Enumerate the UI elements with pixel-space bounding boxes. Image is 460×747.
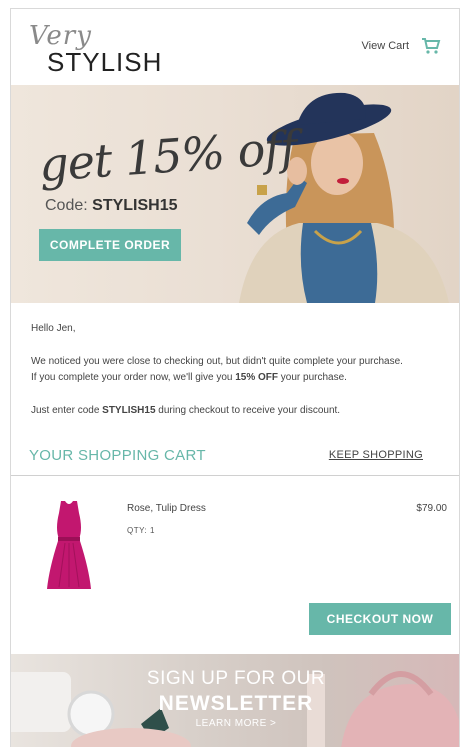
product-image-dress[interactable]: [45, 499, 93, 591]
shopping-cart-title: YOUR SHOPPING CART: [29, 447, 206, 464]
product-name[interactable]: Rose, Tulip Dress: [127, 503, 206, 514]
logo-wordmark: STYLISH: [47, 47, 163, 77]
promo-code-prefix: Code:: [45, 197, 93, 214]
promo-code-line: Code: STYLISH15: [45, 197, 178, 215]
keep-shopping-link[interactable]: KEEP SHOPPING: [329, 449, 423, 461]
brand-logo[interactable]: Very STYLISH: [27, 21, 197, 77]
message-line1: We noticed you were close to checking ou…: [31, 356, 403, 367]
view-cart-link[interactable]: View Cart: [362, 40, 409, 52]
promo-code-value: STYLISH15: [92, 197, 178, 214]
message-paragraph: We noticed you were close to checking ou…: [31, 354, 451, 386]
greeting: Hello Jen,: [31, 323, 76, 334]
hero-banner: get 15% off Code: STYLISH15 COMPLETE ORD…: [11, 85, 459, 303]
message-body: Hello Jen, We noticed you were close to …: [31, 321, 451, 436]
message-line3-b: during checkout to receive your discount…: [155, 405, 341, 416]
header: Very STYLISH View Cart: [11, 9, 459, 85]
message-line2-b: your purchase.: [278, 372, 347, 383]
product-price: $79.00: [416, 503, 447, 514]
message-line3-a: Just enter code: [31, 405, 103, 416]
product-quantity: QTY: 1: [127, 526, 155, 535]
code-instructions: Just enter code STYLISH15 during checkou…: [31, 403, 451, 419]
newsletter-banner[interactable]: SIGN UP FOR OUR NEWSLETTER LEARN MORE >: [11, 654, 459, 747]
learn-more-link[interactable]: LEARN MORE >: [11, 718, 459, 729]
model-photo: [239, 92, 449, 303]
message-line2-a: If you complete your order now, we'll gi…: [31, 372, 236, 383]
newsletter-heading-line2: NEWSLETTER: [158, 692, 314, 715]
email-frame: Very STYLISH View Cart get 15% off Code:…: [10, 8, 460, 747]
shopping-cart-icon[interactable]: [421, 37, 441, 55]
complete-order-button[interactable]: COMPLETE ORDER: [39, 229, 181, 261]
newsletter-heading-line1: SIGN UP FOR OUR: [146, 668, 326, 689]
message-line2-bold: 15% OFF: [235, 372, 279, 383]
cart-divider: [11, 475, 459, 476]
message-line3-bold: STYLISH15: [102, 405, 156, 416]
checkout-now-button[interactable]: CHECKOUT NOW: [309, 603, 451, 635]
